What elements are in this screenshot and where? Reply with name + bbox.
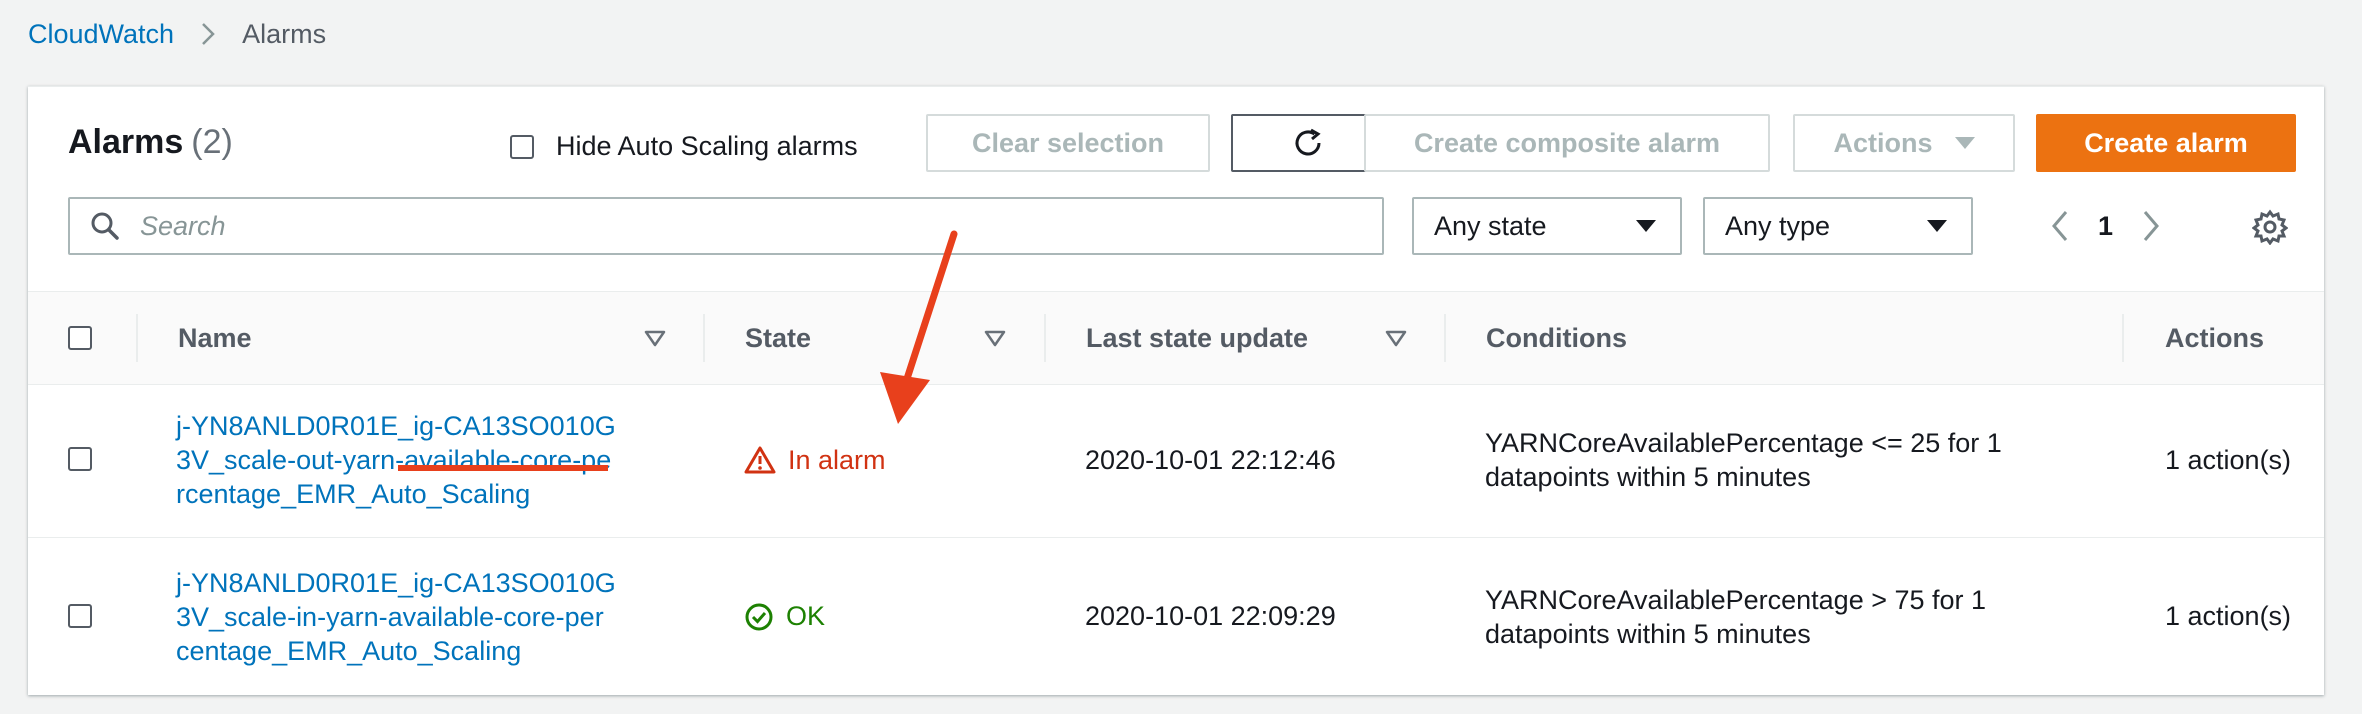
caret-down-icon bbox=[1636, 220, 1656, 232]
warning-icon bbox=[744, 446, 776, 474]
sort-icon[interactable] bbox=[1385, 330, 1407, 348]
chevron-left-icon[interactable] bbox=[2050, 209, 2070, 243]
last-update: 2020-10-01 22:09:29 bbox=[1085, 601, 1336, 631]
chevron-right-icon bbox=[200, 21, 216, 47]
actions-count: 1 action(s) bbox=[2165, 444, 2292, 475]
alarm-name-link[interactable]: j-YN8ANLD0R01E_ig-CA13SO010G3V_scale-in-… bbox=[176, 566, 616, 668]
sort-icon[interactable] bbox=[644, 330, 666, 348]
state-label: OK bbox=[786, 601, 826, 631]
column-divider bbox=[1044, 314, 1046, 362]
search-icon bbox=[91, 212, 119, 240]
select-all-checkbox[interactable] bbox=[68, 326, 92, 350]
table-row[interactable]: j-YN8ANLD0R01E_ig-CA13SO010G3V_scale-out… bbox=[28, 383, 2324, 538]
column-header-last-update[interactable]: Last state update bbox=[1086, 292, 1308, 384]
clear-selection-button[interactable]: Clear selection bbox=[926, 114, 1210, 172]
check-circle-icon bbox=[745, 603, 773, 630]
search-input[interactable] bbox=[138, 209, 1342, 243]
pagination: 1 bbox=[2050, 197, 2161, 255]
column-divider bbox=[1444, 314, 1446, 362]
conditions: YARNCoreAvailablePercentage > 75 for 1 d… bbox=[1485, 584, 1987, 649]
column-divider bbox=[703, 314, 705, 362]
state-filter-value: Any state bbox=[1434, 210, 1547, 241]
state-in-alarm: In alarm bbox=[744, 445, 886, 476]
state-filter-select[interactable]: Any state bbox=[1412, 197, 1682, 255]
create-alarm-button[interactable]: Create alarm bbox=[2036, 114, 2296, 172]
column-divider bbox=[136, 314, 138, 362]
column-header-state[interactable]: State bbox=[745, 292, 811, 384]
breadcrumb-current: Alarms bbox=[242, 18, 327, 49]
column-header-name[interactable]: Name bbox=[178, 292, 252, 384]
gear-icon[interactable] bbox=[2252, 209, 2288, 245]
hide-autoscaling-toggle[interactable]: Hide Auto Scaling alarms bbox=[510, 131, 858, 162]
conditions: YARNCoreAvailablePercentage <= 25 for 1 … bbox=[1485, 428, 2002, 492]
state-label: In alarm bbox=[788, 444, 886, 475]
type-filter-value: Any type bbox=[1725, 210, 1831, 241]
page-title: Alarms (2) bbox=[68, 123, 233, 162]
title-text: Alarms bbox=[68, 123, 184, 161]
caret-down-icon bbox=[1927, 220, 1947, 232]
refresh-icon bbox=[1295, 128, 1321, 156]
breadcrumb: CloudWatch Alarms bbox=[28, 14, 326, 54]
row-checkbox[interactable] bbox=[68, 604, 92, 628]
type-filter-select[interactable]: Any type bbox=[1703, 197, 1973, 255]
refresh-button[interactable] bbox=[1231, 114, 1385, 172]
state-ok: OK bbox=[744, 601, 825, 632]
table-header: Name State Last state update Conditions … bbox=[28, 291, 2324, 385]
alarms-panel: Alarms (2) Hide Auto Scaling alarms Clear… bbox=[28, 86, 2324, 695]
actions-count: 1 action(s) bbox=[2165, 601, 2292, 631]
alarm-name-link[interactable]: j-YN8ANLD0R01E_ig-CA13SO010G3V_scale-out… bbox=[176, 409, 616, 511]
column-header-conditions: Conditions bbox=[1486, 322, 1627, 353]
sort-icon[interactable] bbox=[984, 330, 1006, 348]
current-page-number[interactable]: 1 bbox=[2098, 211, 2113, 242]
create-composite-alarm-button[interactable]: Create composite alarm bbox=[1364, 114, 1770, 172]
row-checkbox[interactable] bbox=[68, 447, 92, 471]
actions-label: Actions bbox=[1833, 127, 1933, 158]
hide-autoscaling-label: Hide Auto Scaling alarms bbox=[556, 131, 858, 161]
column-divider bbox=[2122, 314, 2124, 362]
breadcrumb-cloudwatch-link[interactable]: CloudWatch bbox=[28, 19, 174, 50]
table-row[interactable]: j-YN8ANLD0R01E_ig-CA13SO010G3V_scale-in-… bbox=[28, 538, 2324, 695]
chevron-right-icon[interactable] bbox=[2141, 209, 2161, 243]
caret-down-icon bbox=[1954, 137, 1975, 149]
column-header-actions: Actions bbox=[2165, 322, 2265, 353]
actions-dropdown[interactable]: Actions bbox=[1793, 114, 2015, 172]
last-update: 2020-10-01 22:12:46 bbox=[1085, 444, 1336, 475]
search-box[interactable] bbox=[68, 197, 1384, 255]
alarm-count: (2) bbox=[191, 123, 233, 161]
hide-autoscaling-checkbox[interactable] bbox=[510, 134, 534, 159]
